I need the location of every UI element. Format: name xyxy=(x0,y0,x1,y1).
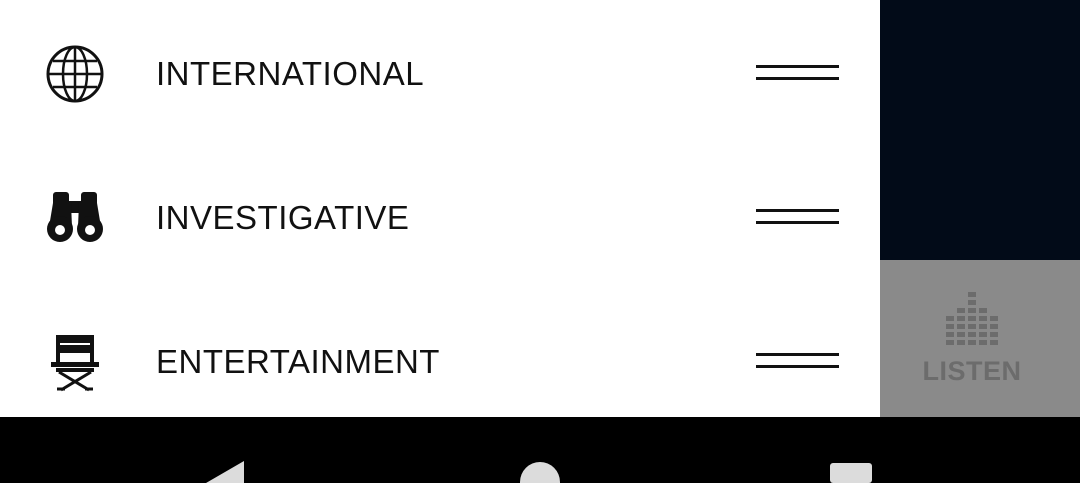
equalizer-icon xyxy=(944,292,1000,346)
directors-chair-icon xyxy=(44,332,106,394)
system-navigation-bar xyxy=(0,417,1080,483)
globe-icon xyxy=(44,43,106,105)
listen-button[interactable]: LISTEN xyxy=(880,260,1080,417)
listen-label: LISTEN xyxy=(922,356,1022,386)
back-icon[interactable] xyxy=(206,461,246,483)
drag-handle-icon[interactable] xyxy=(756,353,839,369)
category-item-investigative[interactable]: INVESTIGATIVE xyxy=(0,144,880,288)
background-panel xyxy=(880,0,1080,260)
category-item-international[interactable]: INTERNATIONAL xyxy=(0,0,880,144)
drag-handle-icon[interactable] xyxy=(756,209,839,225)
category-item-entertainment[interactable]: ENTERTAINMENT xyxy=(0,288,880,432)
drag-handle-icon[interactable] xyxy=(756,65,839,81)
recents-icon[interactable] xyxy=(830,463,872,483)
home-icon[interactable] xyxy=(519,461,561,483)
category-drawer: INTERNATIONAL INVESTIGATIVE ENTERTAINMEN… xyxy=(0,0,880,417)
category-label: ENTERTAINMENT xyxy=(156,343,440,380)
binoculars-icon xyxy=(44,187,106,249)
category-label: INTERNATIONAL xyxy=(156,55,425,92)
category-label: INVESTIGATIVE xyxy=(156,199,410,236)
